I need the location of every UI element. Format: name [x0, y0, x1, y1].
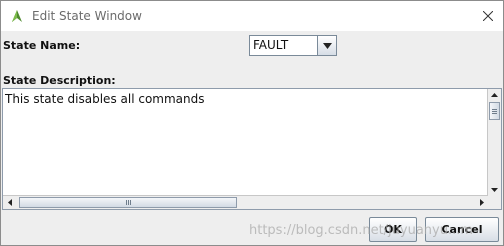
- window-title: Edit State Window: [32, 9, 142, 23]
- close-button[interactable]: [475, 1, 501, 31]
- arrow-down-icon: [491, 188, 498, 192]
- arrow-up-icon: [491, 93, 498, 97]
- scroll-right-button[interactable]: [475, 196, 488, 209]
- vertical-scroll-thumb[interactable]: [489, 102, 500, 120]
- state-description-scrollpane: This state disables all commands: [2, 88, 502, 210]
- state-name-label: State Name:: [3, 39, 81, 52]
- vertical-scrollbar[interactable]: [487, 89, 501, 196]
- scroll-up-button[interactable]: [488, 89, 501, 101]
- scroll-left-button[interactable]: [3, 196, 16, 209]
- edit-state-window: Edit State Window State Name: FAULT Stat…: [0, 0, 504, 246]
- state-description-textarea[interactable]: This state disables all commands: [3, 89, 488, 196]
- state-description-label: State Description:: [3, 74, 116, 87]
- app-icon: [12, 10, 22, 22]
- watermark-text: https://blog.csdn.net/juyuanyu...m: [249, 223, 474, 238]
- scrollbar-corner: [488, 196, 501, 209]
- close-icon: [483, 11, 493, 21]
- title-bar[interactable]: Edit State Window: [1, 1, 503, 31]
- state-name-value: FAULT: [253, 38, 289, 52]
- scroll-down-button[interactable]: [488, 184, 501, 196]
- horizontal-scrollbar[interactable]: [3, 195, 488, 209]
- state-name-dropdown[interactable]: FAULT: [249, 35, 337, 56]
- arrow-left-icon: [7, 199, 12, 206]
- arrow-right-icon: [479, 199, 484, 206]
- dropdown-arrow-button[interactable]: [317, 36, 336, 55]
- chevron-down-icon: [322, 42, 332, 49]
- horizontal-scroll-thumb[interactable]: [19, 197, 237, 208]
